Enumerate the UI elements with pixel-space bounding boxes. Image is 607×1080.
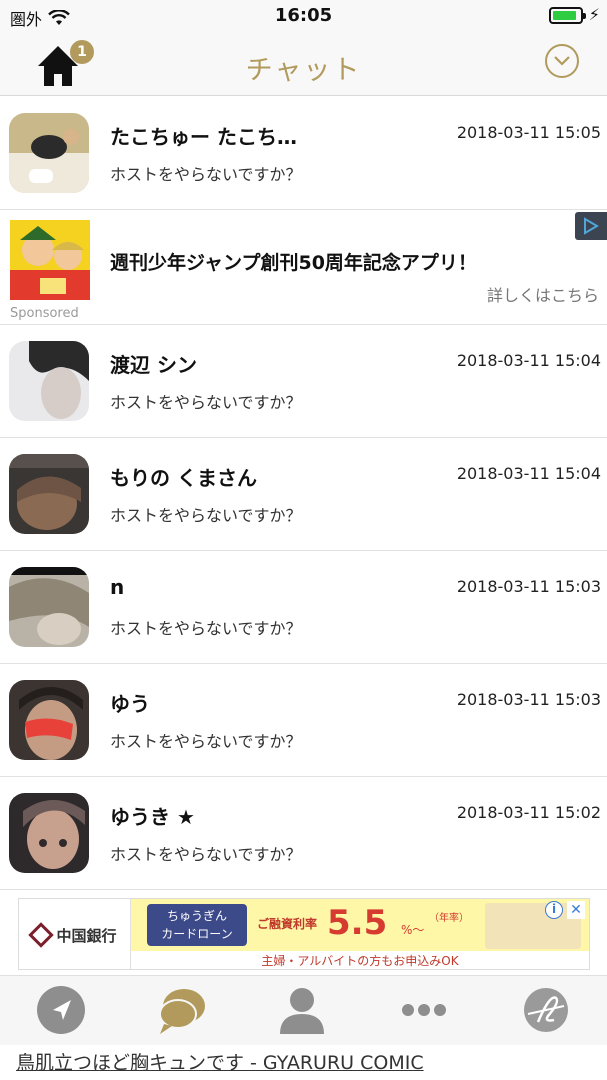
avatar xyxy=(9,454,89,534)
bottom-ad-link[interactable]: 鳥肌立つほど胸キュンです - GYARURU COMIC xyxy=(16,1048,424,1075)
tab-profile[interactable] xyxy=(276,984,328,1036)
banner-subtext: 主婦・アルバイトの方もお申込みOK xyxy=(131,951,589,969)
chat-message: ホストをやらないですか？ xyxy=(110,732,302,751)
person-icon xyxy=(280,988,324,1034)
chat-message: ホストをやらないですか？ xyxy=(110,845,302,864)
tab-activity[interactable] xyxy=(35,984,87,1036)
chat-name: n xyxy=(110,575,125,599)
banner-ad[interactable]: 中国銀行 ちゅうぎん カードローン ご融資利率 5.5 %～ （年率） 主婦・ア… xyxy=(18,898,590,970)
chat-message: ホストをやらないですか？ xyxy=(110,393,302,412)
battery-icon xyxy=(549,7,586,24)
brand-logo-icon xyxy=(524,988,568,1032)
bank-name: 中国銀行 xyxy=(56,926,117,945)
avatar xyxy=(9,341,89,421)
product-line-1: ちゅうぎん xyxy=(166,909,227,923)
chat-row[interactable]: たこちゅー たこち… 2018-03-11 15:05 ホストをやらないですか？ xyxy=(0,97,607,210)
chat-name: たこちゅー たこち… xyxy=(110,125,297,149)
chat-time: 2018-03-11 15:02 xyxy=(456,803,601,822)
nav-bar: 1 チャット xyxy=(0,32,607,96)
bank-logo: 中国銀行 xyxy=(19,899,131,969)
chat-name: ゆうき ★ xyxy=(110,805,195,829)
chat-name: ゆう xyxy=(110,692,150,716)
banner-main: ちゅうぎん カードローン ご融資利率 5.5 %～ （年率） xyxy=(131,899,589,951)
chat-name: もりの くまさん xyxy=(110,466,257,490)
sponsored-label: Sponsored xyxy=(10,306,79,321)
bank-mark-icon xyxy=(28,922,55,948)
location-arrow-icon xyxy=(37,986,85,1034)
dropdown-button[interactable] xyxy=(545,44,579,78)
chat-time: 2018-03-11 15:04 xyxy=(456,351,601,370)
rate-note: （年率） xyxy=(429,913,469,924)
tab-bar xyxy=(0,975,607,1045)
battery-fill xyxy=(553,11,576,20)
chat-time: 2018-03-11 15:03 xyxy=(456,577,601,596)
chat-row[interactable]: n 2018-03-11 15:03 ホストをやらないですか？ xyxy=(0,551,607,664)
sponsored-cta[interactable]: 詳しくはこちら xyxy=(487,282,599,306)
chat-message: ホストをやらないですか？ xyxy=(110,619,302,638)
avatar xyxy=(9,793,89,873)
avatar xyxy=(9,567,89,647)
chat-list: たこちゅー たこち… 2018-03-11 15:05 ホストをやらないですか？… xyxy=(0,97,607,890)
rate-unit: %～ xyxy=(401,923,425,937)
status-time: 16:05 xyxy=(274,5,333,26)
sponsored-title: 週刊少年ジャンプ創刊50周年記念アプリ！ xyxy=(110,252,477,274)
avatar xyxy=(9,113,89,193)
chat-bubbles-icon xyxy=(159,989,205,1034)
chat-time: 2018-03-11 15:05 xyxy=(456,123,601,142)
chat-row[interactable]: ゆうき ★ 2018-03-11 15:02 ホストをやらないですか？ xyxy=(0,777,607,890)
tab-chat[interactable] xyxy=(156,984,208,1036)
chat-time: 2018-03-11 15:03 xyxy=(456,690,601,709)
chevron-down-icon xyxy=(554,56,570,66)
info-icon[interactable]: i xyxy=(545,901,563,919)
chat-row[interactable]: もりの くまさん 2018-03-11 15:04 ホストをやらないですか？ xyxy=(0,438,607,551)
charging-icon: ⚡ xyxy=(588,5,600,24)
rate-value: 5.5 xyxy=(327,903,388,943)
tab-more[interactable] xyxy=(398,984,450,1036)
tab-brand[interactable] xyxy=(520,984,572,1036)
chat-message: ホストをやらないですか？ xyxy=(110,506,302,525)
chat-row[interactable]: 渡辺 シン 2018-03-11 15:04 ホストをやらないですか？ xyxy=(0,325,607,438)
rate-label: ご融資利率 xyxy=(257,917,318,931)
chat-row[interactable]: ゆう 2018-03-11 15:03 ホストをやらないですか？ xyxy=(0,664,607,777)
ad-choices-button[interactable] xyxy=(575,212,607,240)
banner-controls: i ✕ xyxy=(545,901,585,919)
product-line-2: カードローン xyxy=(161,927,233,941)
sponsored-thumbnail xyxy=(10,220,90,300)
status-bar: 圏外 16:05 ⚡ xyxy=(0,0,607,32)
ad-choices-icon xyxy=(584,217,599,235)
more-dots-icon xyxy=(402,1004,446,1016)
chat-time: 2018-03-11 15:04 xyxy=(456,464,601,483)
close-icon[interactable]: ✕ xyxy=(567,901,585,919)
page-title: チャット xyxy=(245,55,362,86)
sponsored-row[interactable]: Sponsored 週刊少年ジャンプ創刊50周年記念アプリ！ 詳しくはこちら xyxy=(0,210,607,325)
chat-message: ホストをやらないですか？ xyxy=(110,165,302,184)
chat-name: 渡辺 シン xyxy=(110,353,197,377)
loan-product-box: ちゅうぎん カードローン xyxy=(147,904,247,946)
avatar xyxy=(9,680,89,760)
